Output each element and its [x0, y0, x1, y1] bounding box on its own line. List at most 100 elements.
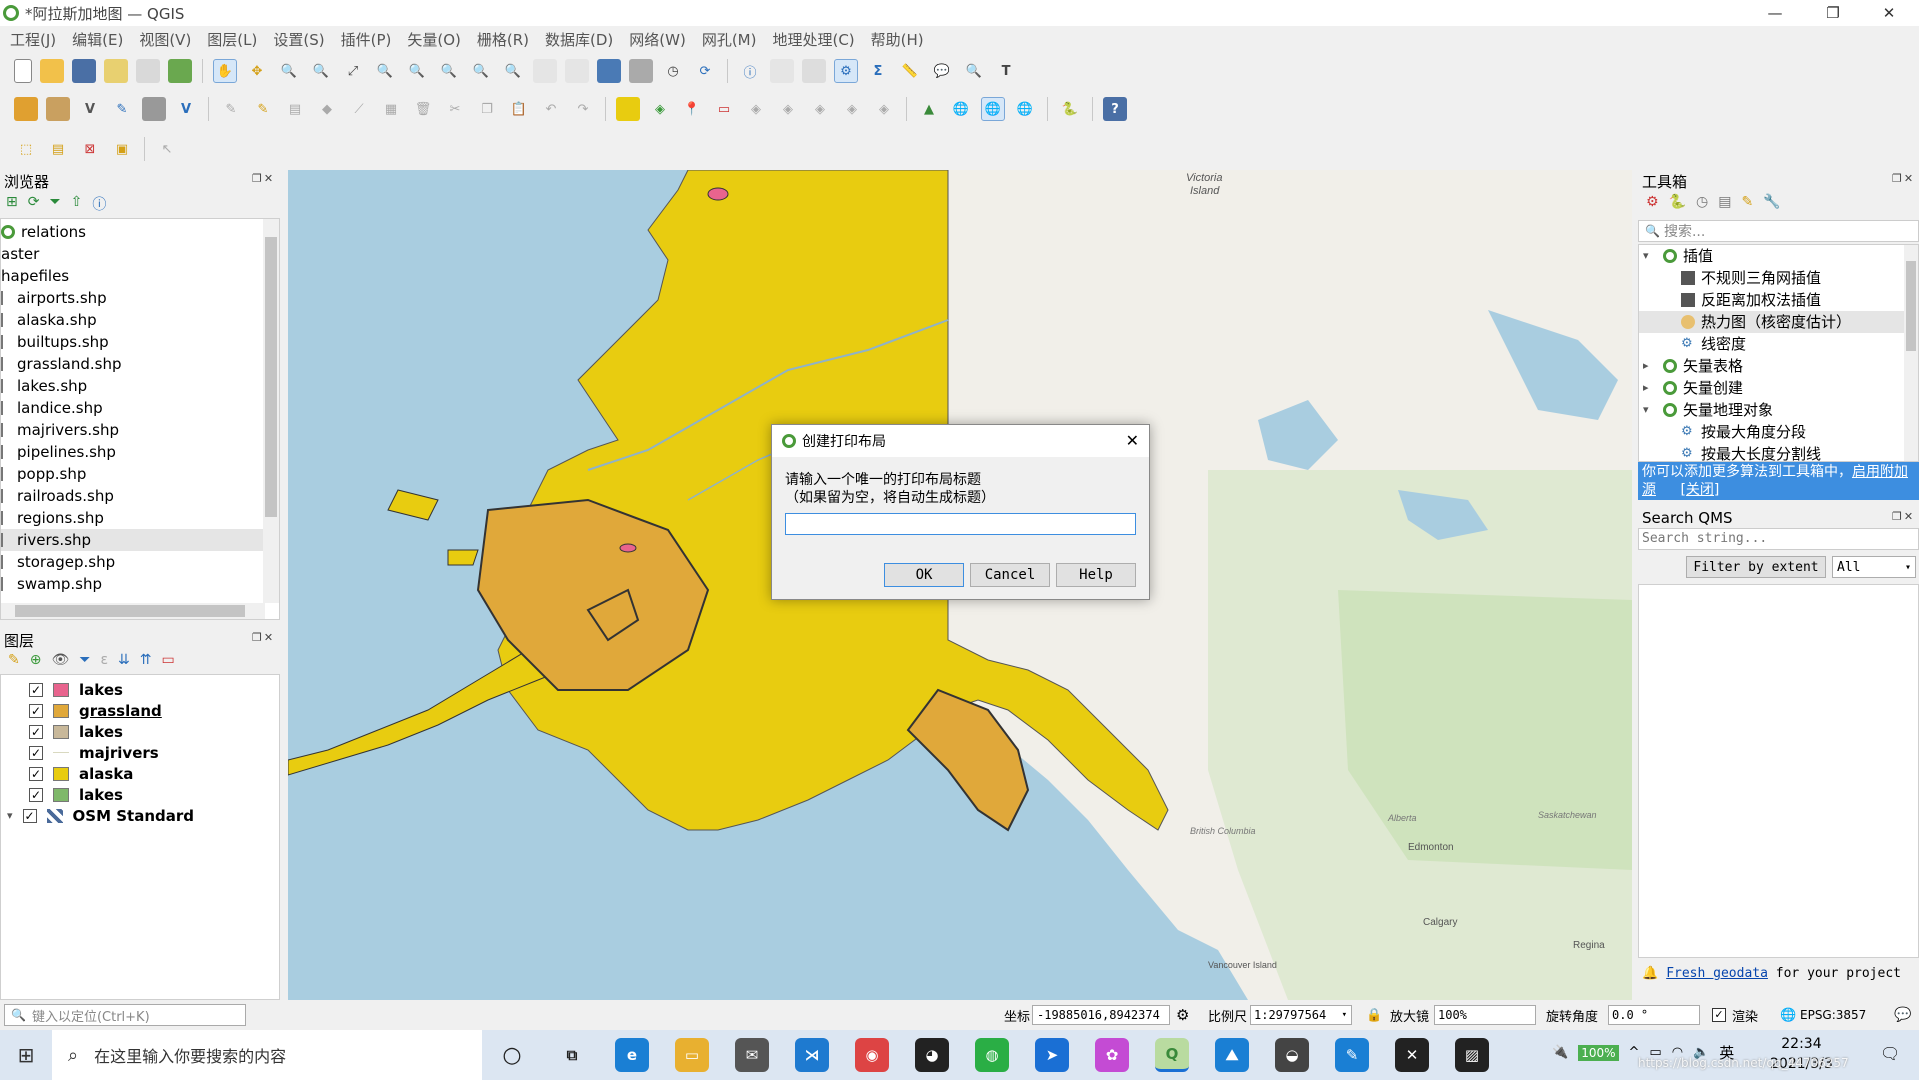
- xbox-icon[interactable]: ✕: [1395, 1038, 1429, 1072]
- menu-help[interactable]: 帮助(H): [871, 29, 924, 50]
- label-tool-icon[interactable]: [616, 97, 640, 121]
- text-annotation-icon[interactable]: T: [994, 59, 1018, 83]
- zoom-last-icon[interactable]: 🔍: [469, 59, 493, 83]
- scripts-icon[interactable]: 🐍: [1669, 194, 1686, 210]
- mail-icon[interactable]: ✉: [735, 1038, 769, 1072]
- spatial-bookmark-icon[interactable]: [597, 59, 621, 83]
- toggle-extents-icon[interactable]: ⚙: [1176, 1006, 1189, 1024]
- menu-web[interactable]: 网络(W): [629, 29, 686, 50]
- layer-visibility-checkbox[interactable]: ✓: [29, 724, 43, 739]
- label-props-icon[interactable]: ◈: [840, 97, 864, 121]
- filter-legend-icon[interactable]: ⏷: [79, 652, 90, 668]
- new-geopackage-icon[interactable]: [46, 97, 70, 121]
- layer-row[interactable]: ✓ majrivers: [11, 742, 279, 763]
- expand-icon[interactable]: ▾: [1643, 245, 1657, 267]
- browser-item[interactable]: swamp.shp: [1, 573, 279, 595]
- toolbox-group[interactable]: ▸ 矢量创建: [1639, 377, 1918, 399]
- toolbox-scrollbar[interactable]: [1904, 245, 1918, 461]
- menu-vector[interactable]: 矢量(O): [407, 29, 461, 50]
- browser-item[interactable]: lakes.shp: [1, 375, 279, 397]
- layer-styling-icon[interactable]: ✎: [8, 652, 20, 668]
- toolbox-algorithm[interactable]: 反距离加权法插值: [1639, 289, 1918, 311]
- new-map-view-icon[interactable]: [533, 59, 557, 83]
- image-viewer-icon[interactable]: ▨: [1455, 1038, 1489, 1072]
- models-icon[interactable]: ⚙: [1646, 194, 1659, 210]
- style-manager-icon[interactable]: [168, 59, 192, 83]
- browser-hscrollbar[interactable]: [1, 603, 265, 619]
- modify-attributes-icon[interactable]: ▦: [379, 97, 403, 121]
- browser-item[interactable]: majrivers.shp: [1, 419, 279, 441]
- filter-expression-icon[interactable]: ε: [100, 652, 108, 668]
- help-button[interactable]: Help: [1056, 563, 1136, 587]
- expand-icon[interactable]: ▾: [7, 809, 13, 822]
- toolbox-group[interactable]: ▾ 插值: [1639, 245, 1918, 267]
- collapse-all-icon[interactable]: ⇧: [71, 194, 83, 214]
- toolbox-algorithm[interactable]: 不规则三角网插值: [1639, 267, 1918, 289]
- show-bookmarks-icon[interactable]: [629, 59, 653, 83]
- game-icon[interactable]: ◒: [1275, 1038, 1309, 1072]
- layers-panel-buttons[interactable]: ❐✕: [252, 631, 275, 644]
- file-explorer-icon[interactable]: ▭: [675, 1038, 709, 1072]
- identify-icon[interactable]: ⓘ: [738, 59, 762, 83]
- new-shapefile-icon[interactable]: V: [78, 97, 102, 121]
- browser-item[interactable]: aster: [1, 243, 279, 265]
- quickmap-services-icon[interactable]: 🌐: [981, 97, 1005, 121]
- layer-row[interactable]: ✓ lakes: [11, 721, 279, 742]
- redo-icon[interactable]: ↷: [571, 97, 595, 121]
- scale-combo[interactable]: 1:29797564 ▾: [1250, 1005, 1352, 1025]
- battery-level[interactable]: 100%: [1578, 1044, 1619, 1061]
- new-3d-view-icon[interactable]: [565, 59, 589, 83]
- refresh-browser-icon[interactable]: ⟳: [28, 194, 40, 214]
- browser-item[interactable]: airports.shp: [1, 287, 279, 309]
- processing-toolbox-icon[interactable]: ⚙: [834, 59, 858, 83]
- browser-item[interactable]: storagep.shp: [1, 551, 279, 573]
- toolbox-algorithm[interactable]: ⚙ 按最大角度分段: [1639, 421, 1918, 443]
- layer-visibility-checkbox[interactable]: ✓: [29, 787, 43, 802]
- data-source-manager-icon[interactable]: [14, 97, 38, 121]
- edge-icon[interactable]: e: [615, 1038, 649, 1072]
- qms-filter-select[interactable]: All ▾: [1832, 556, 1916, 578]
- measure-icon[interactable]: 📏: [898, 59, 922, 83]
- browser-item[interactable]: relations: [1, 221, 279, 243]
- zoom-native-icon[interactable]: 🔍: [437, 59, 461, 83]
- menu-edit[interactable]: 编辑(E): [72, 29, 123, 50]
- magnifier-spinbox[interactable]: 100%: [1434, 1005, 1536, 1025]
- layer-visibility-checkbox[interactable]: ✓: [29, 682, 43, 697]
- qms-search-input[interactable]: Search string...: [1638, 528, 1919, 550]
- new-spatialite-icon[interactable]: ✎: [110, 97, 134, 121]
- browser-panel-buttons[interactable]: ❐✕: [252, 172, 275, 185]
- deselect-all-icon[interactable]: ⊠: [78, 137, 102, 161]
- manage-themes-icon[interactable]: 👁: [51, 652, 69, 668]
- notification-icon[interactable]: 🗨: [1880, 1044, 1900, 1063]
- undo-icon[interactable]: ↶: [539, 97, 563, 121]
- open-project-icon[interactable]: [40, 59, 64, 83]
- render-checkbox[interactable]: ✓: [1712, 1008, 1726, 1022]
- close-button[interactable]: ✕: [1866, 0, 1912, 26]
- new-virtual-layer-icon[interactable]: V: [174, 97, 198, 121]
- layer-visibility-checkbox[interactable]: ✓: [29, 745, 43, 760]
- paste-features-icon[interactable]: 📋: [507, 97, 531, 121]
- menu-processing[interactable]: 地理处理(C): [772, 29, 854, 50]
- expand-icon[interactable]: ▾: [1643, 399, 1657, 421]
- crs-button[interactable]: EPSG:3857: [1800, 1008, 1866, 1022]
- feishu-icon[interactable]: ➤: [1035, 1038, 1069, 1072]
- browser-item[interactable]: landice.shp: [1, 397, 279, 419]
- dialog-close-icon[interactable]: ✕: [1126, 431, 1139, 450]
- zoom-out-icon[interactable]: 🔍: [309, 59, 333, 83]
- zoom-next-icon[interactable]: 🔍: [501, 59, 525, 83]
- toolbox-panel-buttons[interactable]: ❐✕: [1892, 172, 1915, 185]
- map-tips-icon[interactable]: 💬: [930, 59, 954, 83]
- vertex-tool-icon[interactable]: ⟋: [347, 97, 371, 121]
- move-label-icon[interactable]: ◈: [744, 97, 768, 121]
- menu-database[interactable]: 数据库(D): [545, 29, 613, 50]
- qms-panel-buttons[interactable]: ❐✕: [1892, 510, 1915, 523]
- task-view-icon[interactable]: ⧉: [555, 1038, 589, 1072]
- new-layout-icon[interactable]: [104, 59, 128, 83]
- new-project-icon[interactable]: [14, 59, 32, 83]
- cortana-icon[interactable]: ○: [495, 1038, 529, 1072]
- layer-visibility-checkbox[interactable]: ✓: [22, 808, 37, 823]
- toolbox-search[interactable]: 🔍 搜索...: [1638, 220, 1919, 242]
- menu-settings[interactable]: 设置(S): [273, 29, 324, 50]
- change-label-icon[interactable]: ◈: [808, 97, 832, 121]
- history-icon[interactable]: ◷: [1696, 194, 1708, 210]
